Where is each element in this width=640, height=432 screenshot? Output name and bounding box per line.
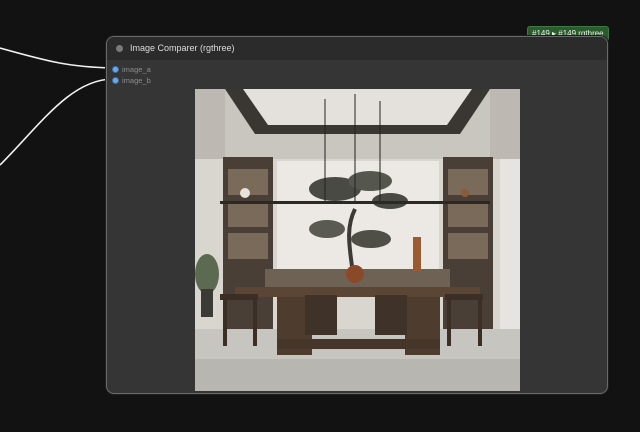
input-dot-icon[interactable] xyxy=(113,78,118,83)
image-preview[interactable] xyxy=(195,89,520,391)
node-title: Image Comparer (rgthree) xyxy=(130,43,235,53)
input-label: image_b xyxy=(122,76,151,85)
input-slot-image-b[interactable]: image_b xyxy=(113,75,151,86)
image-comparer-node[interactable]: Image Comparer (rgthree) image_a image_b xyxy=(106,36,608,394)
node-inputs: image_a image_b xyxy=(113,64,151,86)
input-slot-image-a[interactable]: image_a xyxy=(113,64,151,75)
wire-image-a xyxy=(0,47,113,69)
dining-room-image xyxy=(195,89,520,391)
input-label: image_a xyxy=(122,65,151,74)
input-dot-icon[interactable] xyxy=(113,67,118,72)
node-header[interactable]: Image Comparer (rgthree) xyxy=(107,37,607,60)
wire-image-b xyxy=(0,78,113,166)
collapse-dot-icon[interactable] xyxy=(116,44,123,52)
